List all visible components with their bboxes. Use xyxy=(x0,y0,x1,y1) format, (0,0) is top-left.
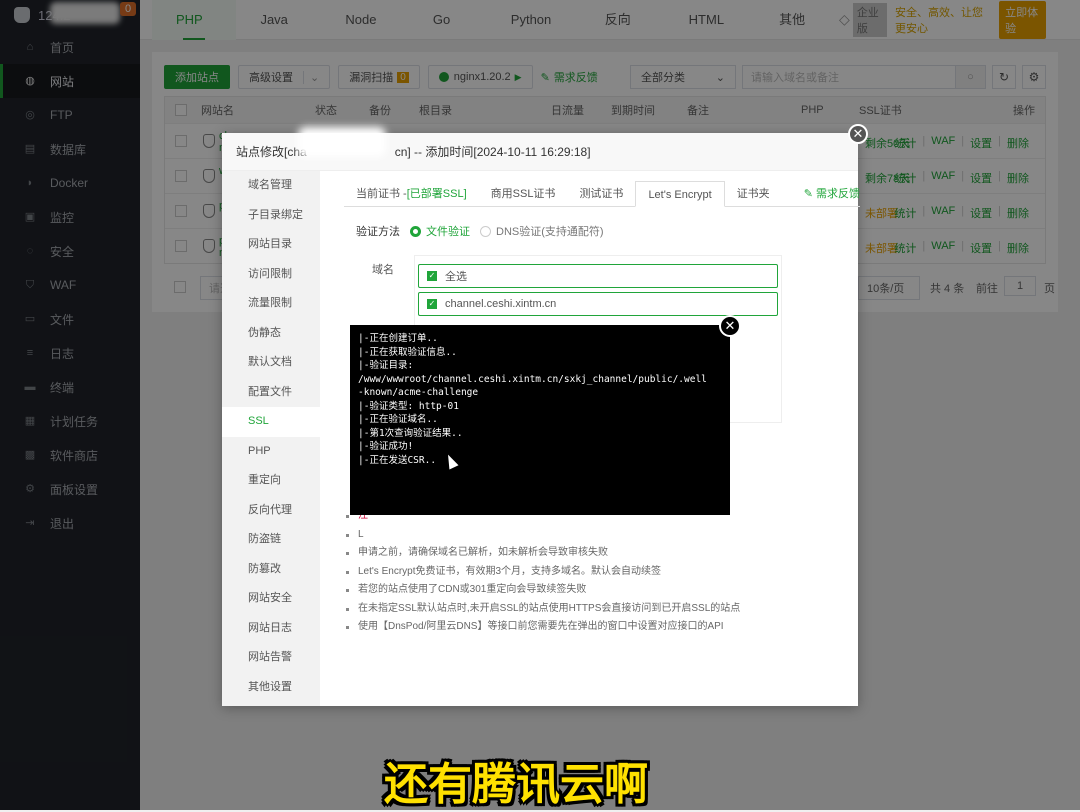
tip-item: 在未指定SSL默认站点时,未开启SSL的站点使用HTTPS会直接访问到已开启SS… xyxy=(344,600,740,619)
domain-name: channel.ceshi.xintm.cn xyxy=(445,298,557,310)
edit-icon: ✎ xyxy=(803,188,816,200)
modal-menu-item[interactable]: SSL xyxy=(222,407,320,437)
domain-label: 域名 xyxy=(372,264,394,276)
acme-log-console: |-正在创建订单.. |-正在获取验证信息.. |-验证目录: /www/wwwro… xyxy=(350,325,730,515)
modal-title: 站点修改[cha cn] -- 添加时间[2024-10-11 16:29:18] xyxy=(222,127,858,171)
modal-menu-item[interactable]: PHP xyxy=(222,437,320,467)
log-line: |-正在验证域名.. xyxy=(358,414,438,425)
ssl-feedback-link[interactable]: ✎ 需求反馈 xyxy=(804,181,860,207)
tip-item: Let's Encrypt免费证书，有效期3个月，支持多域名。默认会自动续签 xyxy=(344,563,740,582)
log-line: |-正在创建订单.. xyxy=(358,333,438,344)
modal-menu-item[interactable]: 防篡改 xyxy=(222,555,320,585)
file-verify-radio[interactable] xyxy=(410,225,421,237)
modal-menu-item[interactable]: 网站告警 xyxy=(222,643,320,673)
modal-title-prefix: 站点修改[cha xyxy=(236,145,307,159)
domain-select-all-label: 全选 xyxy=(445,271,467,283)
ssl-tips: 注 L 申请之前，请确保域名已解析，如未解析会导致审核失败 Let's Encrypt… xyxy=(344,507,740,637)
modal-menu-item[interactable]: 默认文档 xyxy=(222,348,320,378)
log-line: |-正在获取验证信息.. xyxy=(358,346,457,358)
dns-verify-radio[interactable] xyxy=(480,225,491,237)
modal-menu-item[interactable]: 配置文件 xyxy=(222,378,320,408)
tab-current-label: 当前证书 - xyxy=(356,188,407,200)
checkbox-checked-icon[interactable]: ✓ xyxy=(427,299,437,309)
modal-menu: 域名管理 子目录绑定 网站目录 访问限制 流量限制 伪静态 默认文档 配置文件 SSL PHP 重定… xyxy=(222,171,320,706)
tip-item: 申请之前，请确保域名已解析，如未解析会导致审核失败 xyxy=(344,544,740,563)
modal-menu-item[interactable]: 重定向 xyxy=(222,466,320,496)
tip-item: L xyxy=(344,526,740,545)
ssl-feedback-label: 需求反馈 xyxy=(816,188,860,200)
log-line: |-正在发送CSR.. xyxy=(358,454,437,466)
modal-menu-item[interactable]: 反向代理 xyxy=(222,496,320,526)
log-line: |-验证目录: /www/wwwroot/channel.ceshi.xintm… xyxy=(358,360,707,385)
tab-current-cert[interactable]: 当前证书 -[已部署SSL] xyxy=(344,181,479,206)
tab-commercial-ssl[interactable]: 商用SSL证书 xyxy=(479,181,568,206)
modal-menu-item[interactable]: 伪静态 xyxy=(222,319,320,349)
log-line: -known/acme-challenge xyxy=(358,387,479,398)
modal-menu-item[interactable]: 防盗链 xyxy=(222,525,320,555)
modal-close-button[interactable]: ✕ xyxy=(848,124,868,144)
modal-menu-item[interactable]: 网站日志 xyxy=(222,614,320,644)
verify-method: 验证方法 文件验证 DNS验证(支持通配符) xyxy=(344,223,858,239)
modal-menu-item[interactable]: 网站目录 xyxy=(222,230,320,260)
log-line: |-第1次查询验证结果.. xyxy=(358,427,463,439)
domain-item[interactable]: ✓ channel.ceshi.xintm.cn xyxy=(418,292,778,316)
log-line: |-验证成功! xyxy=(358,441,414,452)
video-caption: 还有腾讯云啊 xyxy=(384,759,648,810)
dns-verify-label[interactable]: DNS验证(支持通配符) xyxy=(496,223,604,239)
modal-menu-item[interactable]: 其他设置 xyxy=(222,673,320,703)
modal-menu-item[interactable]: 网站安全 xyxy=(222,584,320,614)
tab-test-cert[interactable]: 测试证书 xyxy=(567,181,635,206)
tip-item: 使用【DnsPod/阿里云DNS】等接口前您需要先在弹出的窗口中设置对应接口的A… xyxy=(344,618,740,637)
verify-label: 验证方法 xyxy=(356,226,400,238)
log-close-button[interactable]: ✕ xyxy=(719,315,741,337)
modal-menu-item[interactable]: 域名管理 xyxy=(222,171,320,201)
tab-letsencrypt[interactable]: Let's Encrypt xyxy=(635,181,725,207)
modal-menu-item[interactable]: 访问限制 xyxy=(222,260,320,290)
domain-select-all[interactable]: ✓ 全选 xyxy=(418,264,778,288)
redaction-blur xyxy=(298,127,386,157)
cert-tabs: 当前证书 -[已部署SSL] 商用SSL证书 测试证书 Let's Encryp… xyxy=(344,181,860,207)
tab-cert-folder[interactable]: 证书夹 xyxy=(725,181,782,206)
modal-menu-item[interactable]: 流量限制 xyxy=(222,289,320,319)
modal-menu-item[interactable]: 子目录绑定 xyxy=(222,201,320,231)
checkbox-checked-icon[interactable]: ✓ xyxy=(427,271,437,281)
tip-item: 若您的站点使用了CDN或301重定向会导致续签失败 xyxy=(344,581,740,600)
modal-title-suffix: cn] -- 添加时间[2024-10-11 16:29:18] xyxy=(394,145,591,159)
log-line: |-验证类型: http-01 xyxy=(358,400,459,412)
file-verify-label[interactable]: 文件验证 xyxy=(426,223,470,239)
ssl-deployed-status: [已部署SSL] xyxy=(406,188,467,200)
